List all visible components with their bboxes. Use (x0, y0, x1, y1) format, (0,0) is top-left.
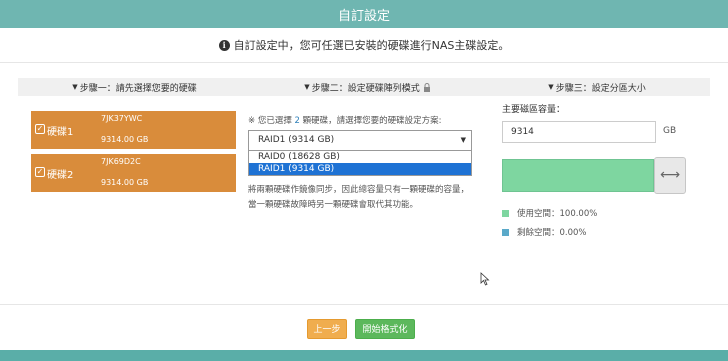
selected-count: 2 (294, 116, 300, 126)
disk-serial: 7JK37YWC (101, 114, 143, 123)
hint-suffix: 顆硬碟，請選擇您要的硬碟設定方案: (302, 116, 442, 126)
back-button[interactable]: 上一步 (307, 319, 347, 339)
disk-size: 9314.00 GB (101, 178, 149, 187)
step3-header: ▼ 步驟三：設定分區大小 (484, 78, 710, 96)
triangle-down-icon: ▼ (72, 83, 78, 91)
raid-select[interactable]: RAID1 (9314 GB) ▼ (248, 130, 472, 151)
capacity-unit: GB (663, 126, 677, 136)
dialog-title: 自訂設定 (337, 8, 390, 24)
footer-divider (0, 304, 728, 305)
free-legend: 剩餘空間：0.00% (502, 226, 587, 238)
disk-card-2[interactable]: ✓ 硬碟2 7JK69D2C 9314.00 GB (31, 154, 236, 192)
notice-text: 自訂設定中，您可任選已安裝的硬碟進行NAS主碟設定。 (233, 39, 510, 52)
capacity-input[interactable]: 9314 (502, 121, 656, 143)
free-label: 剩餘空間：0.00% (517, 228, 587, 238)
horizontal-resize-icon[interactable]: ⟷ (654, 157, 686, 194)
header-divider (0, 62, 728, 63)
triangle-down-icon: ▼ (548, 83, 554, 91)
disk-name: 硬碟2 (47, 170, 74, 181)
checkbox-checked-icon[interactable]: ✓ (35, 124, 45, 134)
step2-header: ▼ 步驟二：設定硬碟陣列模式 (251, 78, 484, 96)
raid-options-list: RAID0 (18628 GB) RAID1 (9314 GB) (248, 151, 472, 176)
used-swatch (502, 209, 509, 217)
steps-bar: ▼ 步驟一：請先選擇您要的硬碟 ▼ 步驟二：設定硬碟陣列模式 ▼ 步驟三：設定分… (18, 78, 710, 96)
step1-label: 步驟一：請先選擇您要的硬碟 (79, 83, 197, 94)
info-icon: i (218, 39, 230, 51)
dialog-titlebar: 自訂設定 (0, 0, 728, 28)
notice-bar: i 自訂設定中，您可任選已安裝的硬碟進行NAS主碟設定。 (0, 28, 728, 62)
lock-icon (423, 82, 430, 92)
disk-serial: 7JK69D2C (101, 157, 141, 166)
capacity-label: 主要磁區容量： (502, 105, 566, 115)
disk-name: 硬碟1 (47, 127, 74, 138)
bottom-band (0, 350, 728, 361)
step2-label: 步驟二：設定硬碟陣列模式 (311, 83, 420, 94)
raid-select-value: RAID1 (9314 GB) (258, 135, 335, 145)
used-legend: 使用空間：100.00% (502, 207, 597, 219)
hint-prefix: ※ 您已選擇 (248, 116, 292, 126)
mouse-cursor-icon (480, 272, 490, 286)
free-swatch (502, 228, 509, 236)
used-label: 使用空間：100.00% (517, 209, 598, 219)
raid-description: 將兩顆硬碟作鏡像同步，因此總容量只有一顆硬碟的容量，當一顆硬碟故障時另一顆硬碟會… (248, 185, 470, 210)
triangle-down-icon: ▼ (304, 83, 310, 91)
disk-card-1[interactable]: ✓ 硬碟1 7JK37YWC 9314.00 GB (31, 111, 236, 149)
step1-header: ▼ 步驟一：請先選擇您要的硬碟 (18, 78, 251, 96)
caret-down-icon: ▼ (460, 136, 466, 144)
start-format-button[interactable]: 開始格式化 (355, 319, 415, 339)
raid-option-raid1[interactable]: RAID1 (9314 GB) (249, 163, 471, 175)
capacity-bar (502, 159, 654, 192)
raid-selection-hint: ※ 您已選擇 2 顆硬碟，請選擇您要的硬碟設定方案: (248, 114, 442, 126)
checkbox-checked-icon[interactable]: ✓ (35, 167, 45, 177)
raid-option-raid0[interactable]: RAID0 (18628 GB) (249, 151, 471, 163)
custom-settings-dialog: 自訂設定 i 自訂設定中，您可任選已安裝的硬碟進行NAS主碟設定。 ▼ 步驟一：… (0, 0, 728, 361)
step3-label: 步驟三：設定分區大小 (555, 83, 646, 94)
disk-size: 9314.00 GB (101, 135, 149, 144)
